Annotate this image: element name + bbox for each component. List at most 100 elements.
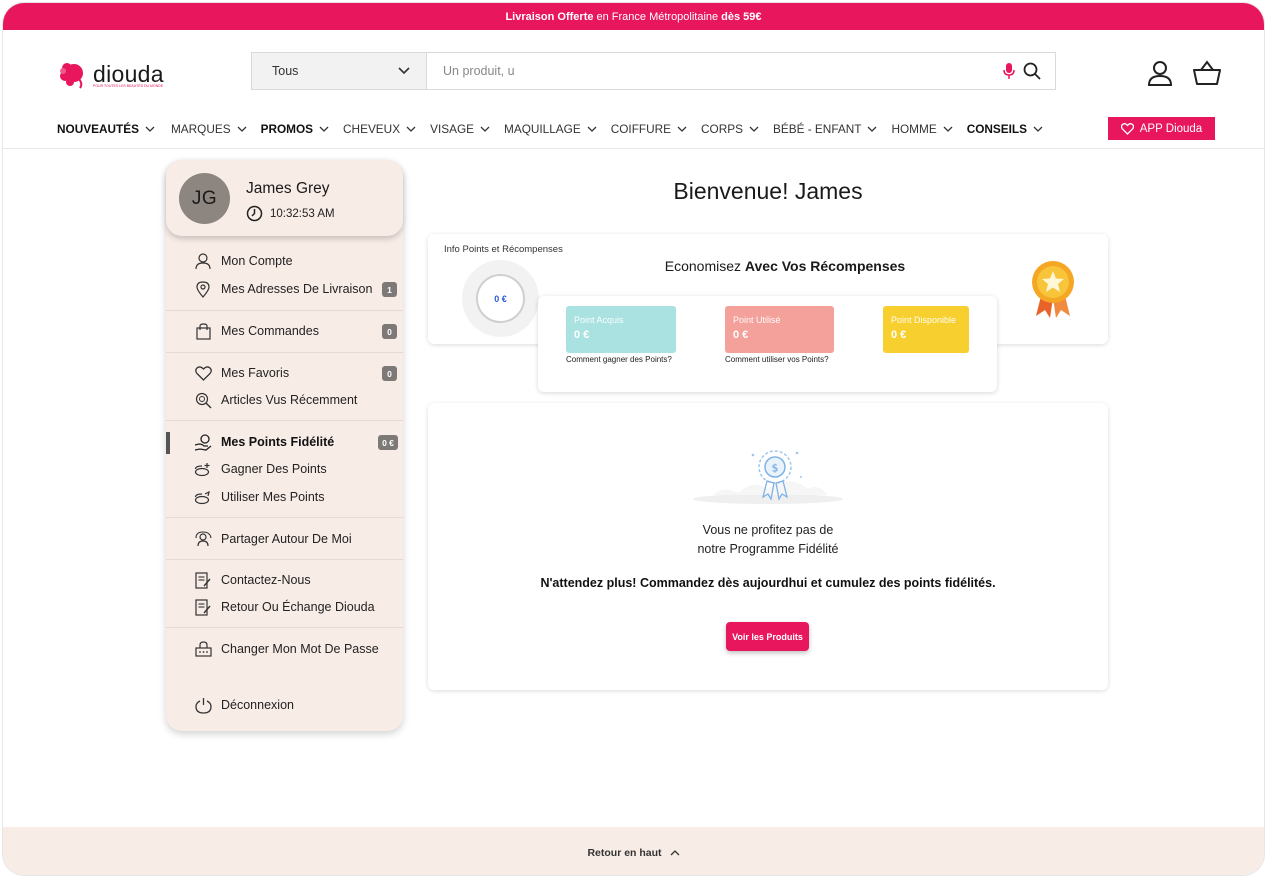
tile-point-acquis: Point Acquis 0 € bbox=[566, 306, 676, 353]
menu-deconnexion[interactable]: Déconnexion bbox=[194, 696, 294, 714]
microphone-icon[interactable] bbox=[1003, 62, 1015, 80]
nav-item-cheveux[interactable]: CHEVEUX bbox=[343, 122, 416, 136]
menu-group-account bbox=[166, 236, 403, 311]
nav-item-homme[interactable]: HOMME bbox=[891, 122, 953, 136]
svg-text:$: $ bbox=[772, 462, 779, 475]
adresses-count-badge: 1 bbox=[382, 282, 397, 297]
menu-articles-vus[interactable]: Articles Vus Récemment bbox=[194, 391, 357, 409]
no-loyalty-message: Vous ne profitez pas de notre Programme … bbox=[697, 523, 839, 557]
promo-highlight: Livraison Offerte bbox=[505, 10, 594, 23]
menu-changer-mdp[interactable]: Changer Mon Mot De Passe bbox=[194, 640, 379, 658]
promo-text: en France Métropolitaine bbox=[596, 10, 719, 23]
nav-item-conseils[interactable]: CONSEILS bbox=[967, 122, 1043, 136]
chevron-up-icon bbox=[670, 850, 680, 856]
chevron-down-icon bbox=[943, 126, 953, 132]
call-to-order-message: N'attendez plus! Commandez dès aujourdhu… bbox=[540, 576, 996, 590]
app-button-label: APP Diouda bbox=[1139, 122, 1203, 135]
clock-icon bbox=[246, 205, 263, 222]
chevron-down-icon bbox=[319, 126, 329, 132]
user-icon bbox=[194, 252, 212, 270]
main-nav: NOUVEAUTÉS MARQUES PROMOS CHEVEUX VISAGE… bbox=[57, 119, 1043, 139]
nav-item-coiffure[interactable]: COIFFURE bbox=[611, 122, 687, 136]
menu-mon-compte[interactable]: Mon Compte bbox=[194, 252, 293, 270]
voir-produits-button[interactable]: Voir les Produits bbox=[726, 622, 809, 651]
points-tiles-card: Point Acquis 0 € Comment gagner des Poin… bbox=[538, 296, 997, 392]
back-to-top-label: Retour en haut bbox=[587, 847, 662, 859]
chevron-down-icon bbox=[1033, 126, 1043, 132]
share-user-icon bbox=[194, 530, 212, 548]
user-name: James Grey bbox=[246, 180, 330, 197]
nav-item-visage[interactable]: VISAGE bbox=[430, 122, 490, 136]
chevron-down-icon bbox=[587, 126, 597, 132]
promo-bar: Livraison Offerte en France Métropolitai… bbox=[3, 3, 1264, 30]
search-history-icon bbox=[194, 391, 212, 409]
search-input[interactable] bbox=[427, 53, 1003, 89]
back-to-top[interactable]: Retour en haut bbox=[3, 827, 1264, 875]
power-icon bbox=[194, 696, 212, 714]
chevron-down-icon bbox=[868, 126, 877, 132]
points-ring-value: 0 € bbox=[476, 274, 525, 323]
chevron-down-icon bbox=[145, 126, 155, 132]
nav-item-marques[interactable]: MARQUES bbox=[171, 122, 247, 136]
menu-retour-echange[interactable]: Retour Ou Échange Diouda bbox=[194, 598, 375, 616]
brand-name: diouda bbox=[93, 60, 164, 87]
chevron-down-icon bbox=[398, 67, 410, 75]
link-gagner-points[interactable]: Comment gagner des Points? bbox=[566, 355, 672, 364]
heart-icon bbox=[1120, 122, 1134, 135]
location-pin-icon bbox=[194, 280, 212, 298]
menu-commandes[interactable]: Mes Commandes bbox=[194, 322, 319, 340]
nav-item-maquillage[interactable]: MAQUILLAGE bbox=[504, 122, 597, 136]
search-icon[interactable] bbox=[1023, 62, 1041, 80]
chevron-down-icon bbox=[237, 126, 247, 132]
menu-gagner-points[interactable]: Gagner Des Points bbox=[194, 460, 327, 478]
basket-icon[interactable] bbox=[1193, 60, 1221, 91]
nav-item-bebe-enfant[interactable]: BÉBÉ - ENFANT bbox=[773, 122, 878, 136]
search-category-select[interactable]: Tous bbox=[252, 53, 427, 89]
nav-item-corps[interactable]: CORPS bbox=[701, 122, 759, 136]
app-diouda-button[interactable]: APP Diouda bbox=[1108, 117, 1215, 140]
heart-icon bbox=[194, 364, 212, 382]
chevron-down-icon bbox=[406, 126, 416, 132]
favoris-count-badge: 0 bbox=[382, 366, 397, 381]
brand-tagline: POUR TOUTES LES BEAUTÉS DU MONDE bbox=[93, 84, 164, 88]
logo-flower-icon bbox=[57, 59, 89, 89]
avatar: JG bbox=[179, 173, 230, 224]
points-ring: 0 € bbox=[462, 260, 539, 337]
hand-coin-icon bbox=[194, 433, 212, 451]
tile-point-utilise: Point Utilisé 0 € bbox=[725, 306, 834, 353]
tile-point-disponible: Point Disponible 0 € bbox=[883, 306, 969, 353]
nav-item-promos[interactable]: PROMOS bbox=[261, 122, 329, 136]
points-badge: 0 € bbox=[378, 435, 398, 450]
chevron-down-icon bbox=[677, 126, 687, 132]
menu-partager[interactable]: Partager Autour De Moi bbox=[194, 530, 352, 548]
return-form-icon bbox=[194, 598, 212, 616]
menu-utiliser-points[interactable]: Utiliser Mes Points bbox=[194, 488, 325, 506]
nav-divider bbox=[3, 148, 1264, 149]
menu-adresses-livraison[interactable]: Mes Adresses De Livraison bbox=[194, 280, 372, 298]
brand-logo[interactable]: diouda POUR TOUTES LES BEAUTÉS DU MONDE bbox=[57, 59, 164, 89]
menu-contactez-nous[interactable]: Contactez-Nous bbox=[194, 571, 311, 589]
nav-item-nouveautes[interactable]: NOUVEAUTÉS bbox=[57, 122, 155, 136]
medal-icon bbox=[1032, 261, 1074, 318]
shopping-bag-icon bbox=[194, 322, 212, 340]
coins-use-icon bbox=[194, 488, 212, 506]
menu-favoris[interactable]: Mes Favoris bbox=[194, 364, 289, 382]
search-category-value: Tous bbox=[272, 64, 299, 78]
link-utiliser-points[interactable]: Comment utiliser vos Points? bbox=[725, 355, 829, 364]
account-icon[interactable] bbox=[1147, 60, 1173, 91]
search-bar: Tous bbox=[251, 52, 1056, 90]
commandes-count-badge: 0 bbox=[382, 324, 397, 339]
loyalty-promo-card: $ Vous ne profitez pas de notre Programm… bbox=[428, 403, 1108, 690]
session-time-value: 10:32:53 AM bbox=[270, 207, 335, 220]
user-card: JG James Grey 10:32:53 AM bbox=[166, 160, 403, 236]
promo-threshold: dès 59€ bbox=[721, 10, 762, 23]
page-frame: Livraison Offerte en France Métropolitai… bbox=[2, 2, 1265, 876]
account-sidebar: JG James Grey 10:32:53 AM Mon Compte Mes… bbox=[166, 160, 403, 731]
contact-form-icon bbox=[194, 571, 212, 589]
reward-ribbon-illustration: $ bbox=[693, 450, 843, 504]
coins-plus-icon bbox=[194, 460, 212, 478]
menu-points-fidelite[interactable]: Mes Points Fidélité bbox=[194, 433, 334, 451]
search-actions bbox=[1003, 53, 1055, 89]
page-title: Bienvenue! James bbox=[673, 178, 863, 204]
chevron-down-icon bbox=[749, 126, 759, 132]
